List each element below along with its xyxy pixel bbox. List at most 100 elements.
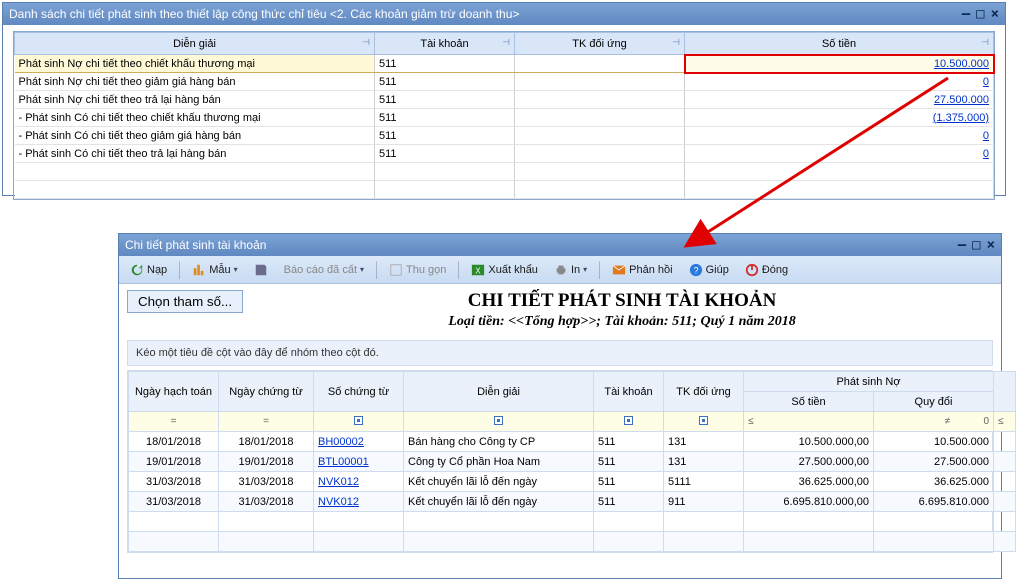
cell-tk-doi-ung bbox=[515, 91, 685, 109]
col-phat-sinh-no[interactable]: Phát sinh Nợ bbox=[744, 372, 994, 392]
refresh-icon bbox=[130, 263, 144, 277]
col-tk-doi-ung[interactable]: TK đối ứng bbox=[664, 372, 744, 412]
toolbar: Nạp Mẫu▾ Báo cáo đã cất▾ Thu gọn X Xuất … bbox=[119, 256, 1001, 284]
help-button[interactable]: ? Giúp bbox=[682, 260, 736, 280]
cell-so-ct[interactable]: NVK012 bbox=[314, 492, 404, 512]
col-quy-doi[interactable]: Quy đổi bbox=[874, 392, 994, 412]
cell-so-ct[interactable]: BTL00001 bbox=[314, 452, 404, 472]
pin-icon[interactable]: ⊣ bbox=[502, 37, 510, 48]
cell-dien-giai: - Phát sinh Có chi tiết theo giảm giá hà… bbox=[15, 127, 375, 145]
pin-icon[interactable]: ⊣ bbox=[672, 37, 680, 48]
filter-tku[interactable] bbox=[664, 412, 744, 432]
cell-so-tien[interactable]: 0 bbox=[685, 127, 994, 145]
col-dien-giai[interactable]: Diễn giải bbox=[404, 372, 594, 412]
filter-dg[interactable] bbox=[404, 412, 594, 432]
table-row[interactable]: - Phát sinh Có chi tiết theo trả lại hàn… bbox=[15, 145, 994, 163]
cell-extra bbox=[994, 452, 1016, 472]
report-subtitle: Loại tiền: <<Tổng hợp>>; Tài khoản: 511;… bbox=[251, 314, 993, 330]
cell-so-ct[interactable]: NVK012 bbox=[314, 472, 404, 492]
cell-dien-giai: Phát sinh Nợ chi tiết theo chiết khấu th… bbox=[15, 55, 375, 73]
cell-tk-doi-ung bbox=[515, 127, 685, 145]
maximize-icon[interactable]: □ bbox=[972, 237, 980, 253]
close-icon[interactable]: × bbox=[987, 237, 995, 253]
report-title: CHI TIẾT PHÁT SINH TÀI KHOẢN bbox=[251, 290, 993, 312]
cell-tku: 131 bbox=[664, 432, 744, 452]
summary-window: Danh sách chi tiết phát sinh theo thiết … bbox=[2, 2, 1006, 196]
cell-so-tien: 6.695.810.000,00 bbox=[744, 492, 874, 512]
table-row[interactable]: - Phát sinh Có chi tiết theo chiết khấu … bbox=[15, 109, 994, 127]
cell-tk: 511 bbox=[594, 452, 664, 472]
floppy-icon bbox=[254, 263, 268, 277]
close-button[interactable]: Đóng bbox=[738, 260, 795, 280]
cell-extra bbox=[994, 432, 1016, 452]
filter-so[interactable] bbox=[314, 412, 404, 432]
table-row[interactable]: 18/01/201818/01/2018BH00002Bán hàng cho … bbox=[129, 432, 1016, 452]
choose-params-button[interactable]: Chọn tham số... bbox=[127, 290, 243, 313]
cell-tai-khoan: 511 bbox=[375, 91, 515, 109]
cell-tk-doi-ung bbox=[515, 109, 685, 127]
power-icon bbox=[745, 263, 759, 277]
minimize-icon[interactable]: – bbox=[962, 6, 970, 22]
cell-tku: 911 bbox=[664, 492, 744, 512]
saved-reports-button[interactable]: Báo cáo đã cất▾ bbox=[277, 261, 371, 279]
table-row[interactable]: 31/03/201831/03/2018NVK012Kết chuyển lãi… bbox=[129, 492, 1016, 512]
cell-so-tien[interactable]: 10.500.000 bbox=[685, 55, 994, 73]
minimize-icon[interactable]: – bbox=[958, 237, 966, 253]
table-row[interactable]: 31/03/201831/03/2018NVK012Kết chuyển lãi… bbox=[129, 472, 1016, 492]
feedback-button[interactable]: Phản hồi bbox=[605, 260, 679, 280]
cell-so-ct[interactable]: BH00002 bbox=[314, 432, 404, 452]
table-row bbox=[15, 163, 994, 181]
col-tai-khoan[interactable]: Tài khoản⊣ bbox=[375, 33, 515, 55]
cell-tk: 511 bbox=[594, 432, 664, 452]
titlebar[interactable]: Chi tiết phát sinh tài khoản – □ × bbox=[119, 234, 1001, 256]
col-tai-khoan[interactable]: Tài khoản bbox=[594, 372, 664, 412]
print-button[interactable]: In▾ bbox=[547, 260, 594, 280]
col-ngay-chung-tu[interactable]: Ngày chứng từ bbox=[219, 372, 314, 412]
col-so-chung-tu[interactable]: Số chứng từ bbox=[314, 372, 404, 412]
template-button[interactable]: Mẫu▾ bbox=[185, 260, 244, 280]
chart-icon bbox=[192, 263, 206, 277]
cell-tai-khoan: 511 bbox=[375, 55, 515, 73]
detail-grid[interactable]: Ngày hạch toán Ngày chứng từ Số chứng từ… bbox=[128, 371, 1016, 552]
collapse-button[interactable]: Thu gọn bbox=[382, 260, 453, 280]
filter-tk[interactable] bbox=[594, 412, 664, 432]
cell-so-tien[interactable]: (1.375.000) bbox=[685, 109, 994, 127]
maximize-icon[interactable]: □ bbox=[976, 6, 984, 22]
mail-icon bbox=[612, 263, 626, 277]
export-button[interactable]: X Xuất khẩu bbox=[464, 260, 545, 280]
save-button[interactable] bbox=[247, 260, 275, 280]
cell-so-tien[interactable]: 27.500.000 bbox=[685, 91, 994, 109]
close-icon[interactable]: × bbox=[991, 6, 999, 22]
table-row bbox=[15, 181, 994, 199]
filter-extra[interactable]: ≤ bbox=[994, 412, 1016, 432]
table-row bbox=[129, 512, 1016, 532]
cell-so-tien[interactable]: 0 bbox=[685, 73, 994, 91]
table-row[interactable]: Phát sinh Nợ chi tiết theo trả lại hàng … bbox=[15, 91, 994, 109]
summary-grid[interactable]: Diễn giải⊣ Tài khoản⊣ TK đối ứng⊣ Số tiề… bbox=[13, 31, 995, 200]
reload-button[interactable]: Nạp bbox=[123, 260, 174, 280]
window-title: Danh sách chi tiết phát sinh theo thiết … bbox=[9, 7, 519, 21]
table-row[interactable]: Phát sinh Nợ chi tiết theo chiết khấu th… bbox=[15, 55, 994, 73]
table-row[interactable]: - Phát sinh Có chi tiết theo giảm giá hà… bbox=[15, 127, 994, 145]
pin-icon[interactable]: ⊣ bbox=[981, 37, 989, 48]
group-by-bar[interactable]: Kéo một tiêu đề cột vào đây để nhóm theo… bbox=[127, 340, 993, 366]
table-row[interactable]: Phát sinh Nợ chi tiết theo giảm giá hàng… bbox=[15, 73, 994, 91]
filter-ngay-ht[interactable]: = bbox=[129, 412, 219, 432]
cell-extra bbox=[994, 472, 1016, 492]
col-so-tien[interactable]: Số tiền⊣ bbox=[685, 33, 994, 55]
col-so-tien[interactable]: Số tiền bbox=[744, 392, 874, 412]
cell-dien-giai: - Phát sinh Có chi tiết theo chiết khấu … bbox=[15, 109, 375, 127]
cell-so-tien[interactable]: 0 bbox=[685, 145, 994, 163]
filter-qd[interactable]: ≠ 0 bbox=[874, 412, 994, 432]
col-dien-giai[interactable]: Diễn giải⊣ bbox=[15, 33, 375, 55]
pin-icon[interactable]: ⊣ bbox=[362, 37, 370, 48]
col-extra[interactable] bbox=[994, 372, 1016, 412]
titlebar[interactable]: Danh sách chi tiết phát sinh theo thiết … bbox=[3, 3, 1005, 25]
filter-ngay-ct[interactable]: = bbox=[219, 412, 314, 432]
cell-dien-giai: Phát sinh Nợ chi tiết theo trả lại hàng … bbox=[15, 91, 375, 109]
col-ngay-hach-toan[interactable]: Ngày hạch toán bbox=[129, 372, 219, 412]
col-tk-doi-ung[interactable]: TK đối ứng⊣ bbox=[515, 33, 685, 55]
table-row[interactable]: 19/01/201819/01/2018BTL00001Công ty Cổ p… bbox=[129, 452, 1016, 472]
filter-st[interactable]: ≤ bbox=[744, 412, 874, 432]
cell-so-tien: 10.500.000,00 bbox=[744, 432, 874, 452]
